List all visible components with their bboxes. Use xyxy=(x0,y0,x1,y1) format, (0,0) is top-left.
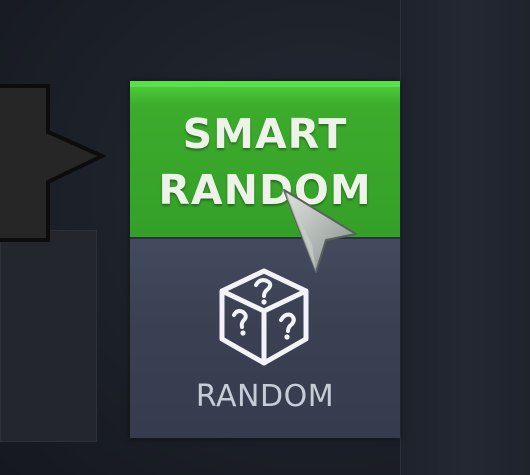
random-button[interactable]: RANDOM xyxy=(130,237,400,438)
right-side-panel xyxy=(400,0,530,475)
smart-random-label-line1: SMART xyxy=(182,110,348,158)
random-divider xyxy=(130,237,400,239)
smart-random-label-line2: RANDOM xyxy=(158,166,372,214)
random-label: RANDOM xyxy=(195,379,335,414)
smart-random-button[interactable]: SMART RANDOM xyxy=(130,81,400,237)
game-screen: SMART RANDOM RANDOM xyxy=(0,0,530,475)
mystery-dice-icon xyxy=(219,268,309,366)
hero-pick-options: SMART RANDOM RANDOM xyxy=(130,81,400,438)
arrow-tile-icon xyxy=(0,84,107,242)
